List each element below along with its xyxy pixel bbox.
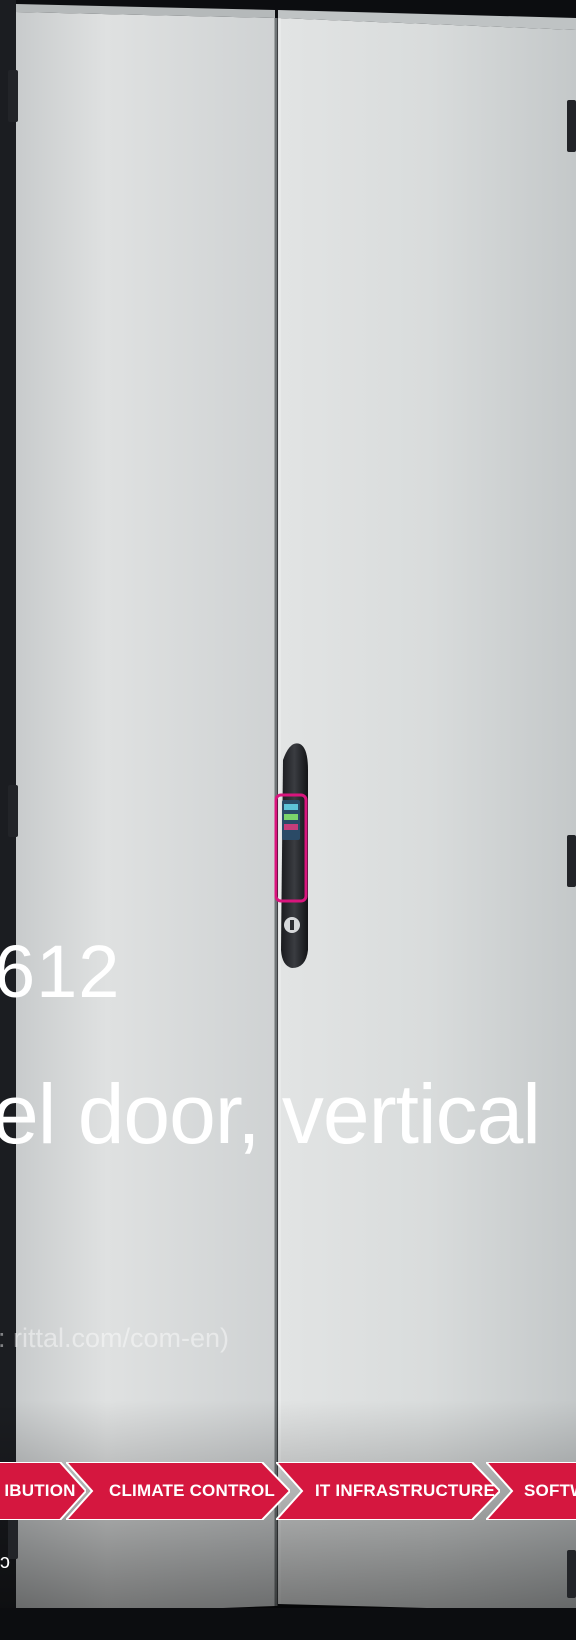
part-number: 612 <box>0 930 121 1013</box>
nav-item-label: SOFTW <box>524 1481 576 1500</box>
nav-item-climate-control[interactable]: CLIMATE CONTROL <box>66 1462 290 1520</box>
nav-item-label: IT INFRASTRUCTURE <box>315 1481 495 1500</box>
nav-item-software[interactable]: SOFTW <box>486 1462 576 1520</box>
product-photo <box>0 0 576 1640</box>
footer-mark: ɔ <box>0 1551 10 1573</box>
nav-item-label: CLIMATE CONTROL <box>108 1481 276 1500</box>
category-nav: IBUTION CLIMATE CONTROL IT INFRASTRUCTUR… <box>0 1462 576 1520</box>
nav-item-label: IBUTION <box>4 1481 76 1500</box>
product-title: el door, vertical <box>0 1067 541 1161</box>
double-door-cabinet-image <box>0 0 576 1640</box>
nav-item-it-infrastructure[interactable]: IT INFRASTRUCTURE <box>276 1462 500 1520</box>
source-caption: : rittal.com/com-en) <box>0 1323 230 1353</box>
